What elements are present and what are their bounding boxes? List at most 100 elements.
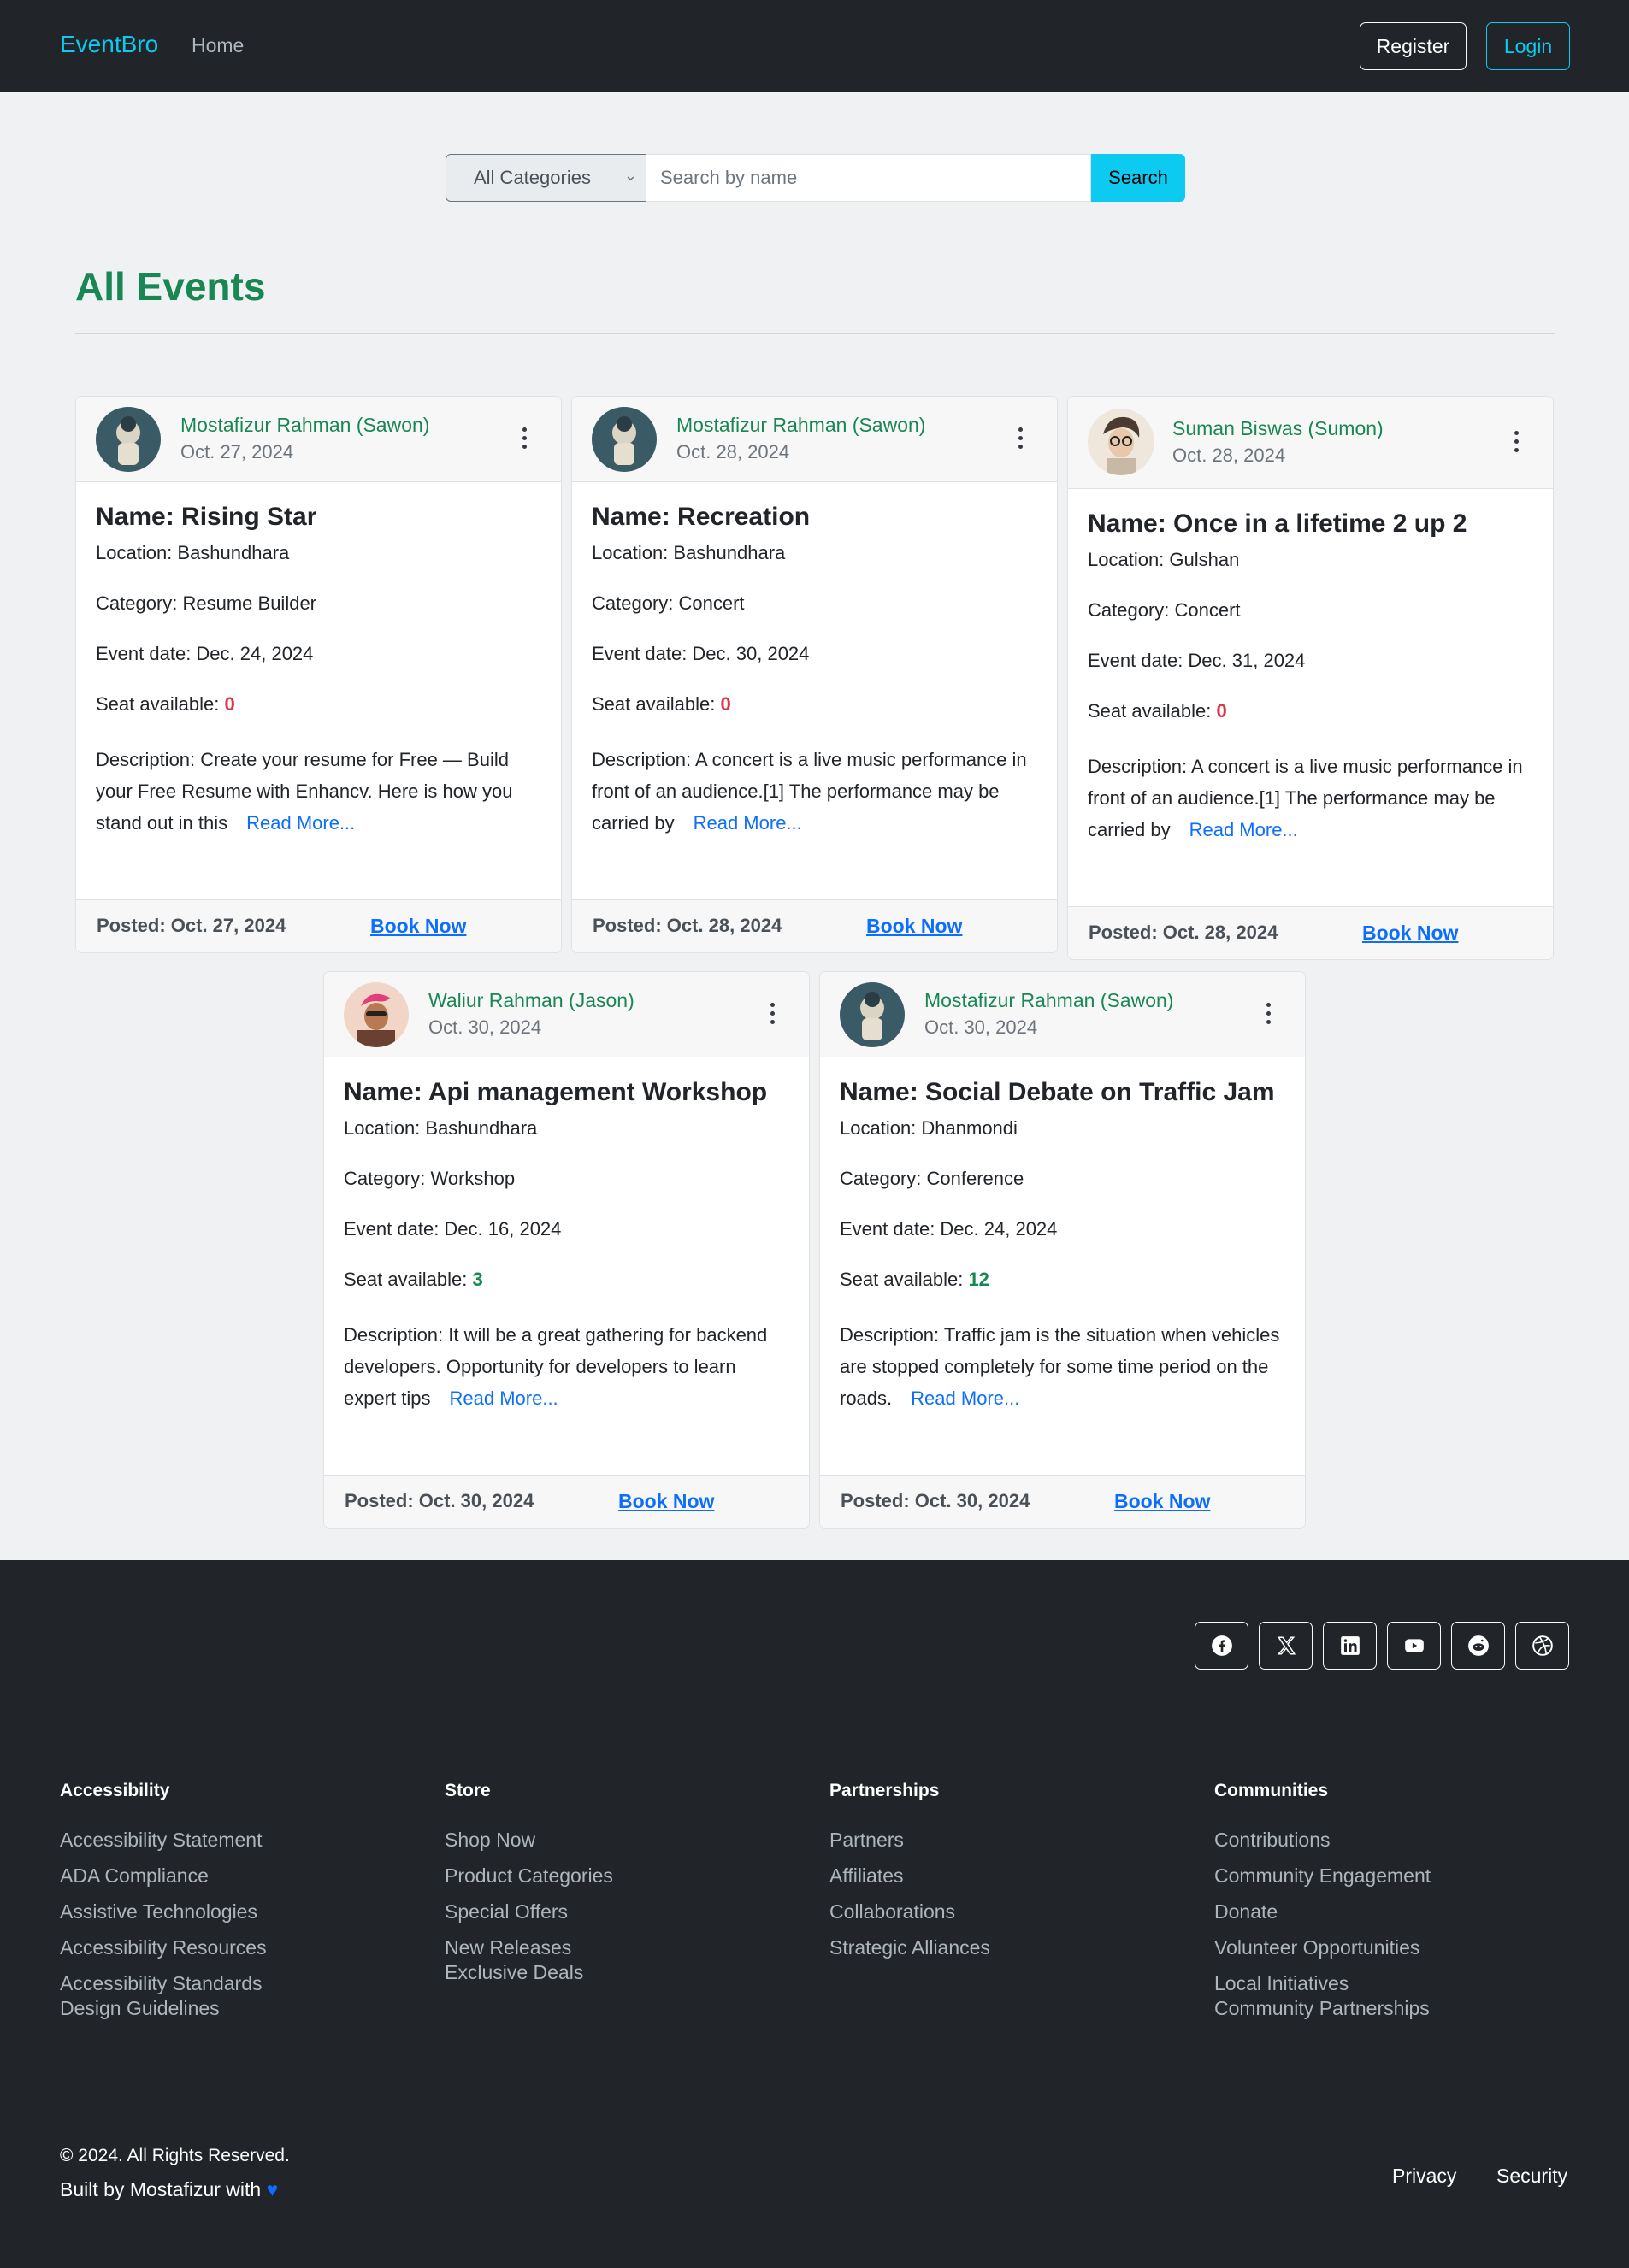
footer-link[interactable]: Accessibility Resources — [60, 1929, 419, 1965]
card-footer: Posted: Oct. 27, 2024 Book Now — [76, 899, 561, 952]
read-more-link[interactable]: Read More... — [246, 812, 355, 834]
event-location: Location: Dhanmondi — [840, 1117, 1018, 1139]
seat-count: 0 — [720, 693, 731, 715]
seat-count: 0 — [1216, 700, 1227, 722]
post-date: Oct. 30, 2024 — [924, 1016, 1038, 1038]
card-header: Mostafizur Rahman (Sawon) Oct. 28, 2024 — [572, 397, 1057, 482]
register-button[interactable]: Register — [1360, 22, 1467, 70]
login-button[interactable]: Login — [1486, 22, 1570, 70]
built-by-text: Built by Mostafizur with — [60, 2178, 267, 2200]
footer-link[interactable]: Strategic Alliances — [829, 1929, 1189, 1965]
author-name[interactable]: Mostafizur Rahman (Sawon) — [180, 414, 429, 437]
event-category: Category: Workshop — [344, 1168, 516, 1189]
brand-link[interactable]: EventBro — [60, 31, 158, 58]
posted-date: Posted: Oct. 28, 2024 — [593, 915, 782, 936]
dribbble-icon[interactable] — [1515, 1622, 1569, 1670]
copyright: © 2024. All Rights Reserved. — [60, 2146, 290, 2165]
footer-column-store: Store Shop Now Product Categories Specia… — [445, 1781, 804, 1984]
card-body: Name: Once in a lifetime 2 up 2 Location… — [1068, 489, 1553, 906]
seat-label: Seat available: — [96, 693, 225, 715]
posted-date: Posted: Oct. 27, 2024 — [97, 915, 286, 936]
event-location: Location: Gulshan — [1088, 549, 1240, 570]
footer-link[interactable]: Shop Now — [445, 1822, 804, 1858]
nav-home-link[interactable]: Home — [192, 34, 244, 57]
footer-link[interactable]: Partners — [829, 1822, 1189, 1858]
youtube-icon[interactable] — [1387, 1622, 1441, 1670]
footer-link[interactable]: Community Partnerships — [1214, 1996, 1573, 2020]
footer-link[interactable]: Donate — [1214, 1894, 1573, 1929]
more-options-icon[interactable] — [1264, 1001, 1272, 1027]
reddit-icon[interactable] — [1451, 1622, 1505, 1670]
event-date: Event date: Dec. 24, 2024 — [840, 1218, 1058, 1240]
avatar — [344, 982, 409, 1047]
event-name: Name: Once in a lifetime 2 up 2 — [1088, 510, 1467, 538]
category-select-value: All Categories — [474, 167, 591, 188]
event-card: Mostafizur Rahman (Sawon) Oct. 28, 2024 … — [571, 396, 1058, 953]
seat-available: Seat available: 0 — [96, 693, 541, 716]
seat-available: Seat available: 3 — [344, 1269, 789, 1291]
author-name[interactable]: Mostafizur Rahman (Sawon) — [676, 414, 925, 437]
card-body: Name: Social Debate on Traffic Jam Locat… — [820, 1057, 1305, 1475]
search-button[interactable]: Search — [1091, 154, 1185, 202]
event-category: Category: Concert — [592, 592, 745, 614]
book-now-link[interactable]: Book Now — [1362, 922, 1458, 945]
x-icon[interactable] — [1259, 1622, 1313, 1670]
book-now-link[interactable]: Book Now — [1114, 1490, 1210, 1513]
read-more-link[interactable]: Read More... — [694, 812, 802, 834]
footer-link[interactable]: ADA Compliance — [60, 1858, 419, 1894]
book-now-link[interactable]: Book Now — [370, 915, 466, 938]
privacy-link[interactable]: Privacy — [1392, 2165, 1456, 2188]
footer-link[interactable]: Exclusive Deals — [445, 1960, 804, 1984]
footer-link[interactable]: Collaborations — [829, 1894, 1189, 1929]
card-footer: Posted: Oct. 28, 2024 Book Now — [1068, 906, 1553, 959]
event-description: Description: Create your resume for Free… — [96, 744, 541, 839]
footer-link[interactable]: Product Categories — [445, 1858, 804, 1894]
footer-link[interactable]: Affiliates — [829, 1858, 1189, 1894]
more-options-icon[interactable] — [1016, 426, 1024, 451]
footer-link[interactable]: Volunteer Opportunities — [1214, 1929, 1573, 1965]
event-date: Event date: Dec. 24, 2024 — [96, 643, 314, 664]
event-date: Event date: Dec. 31, 2024 — [1088, 650, 1306, 671]
security-link[interactable]: Security — [1496, 2165, 1567, 2188]
read-more-link[interactable]: Read More... — [911, 1387, 1019, 1409]
event-card: Mostafizur Rahman (Sawon) Oct. 27, 2024 … — [75, 396, 562, 953]
footer-link[interactable]: Community Engagement — [1214, 1858, 1573, 1894]
more-options-icon[interactable] — [1512, 429, 1520, 455]
more-options-icon[interactable] — [520, 426, 528, 451]
event-location: Location: Bashundhara — [344, 1117, 538, 1139]
avatar — [96, 407, 161, 472]
read-more-link[interactable]: Read More... — [450, 1387, 558, 1409]
book-now-link[interactable]: Book Now — [618, 1490, 714, 1513]
footer-link[interactable]: Assistive Technologies — [60, 1894, 419, 1929]
event-card: Waliur Rahman (Jason) Oct. 30, 2024 Name… — [323, 971, 810, 1529]
card-header: Mostafizur Rahman (Sawon) Oct. 27, 2024 — [76, 397, 561, 482]
footer-column-partnerships: Partnerships Partners Affiliates Collabo… — [829, 1781, 1189, 1965]
card-header: Suman Biswas (Sumon) Oct. 28, 2024 — [1068, 397, 1553, 489]
footer-link[interactable]: Contributions — [1214, 1822, 1573, 1858]
facebook-icon[interactable] — [1195, 1622, 1248, 1670]
read-more-link[interactable]: Read More... — [1189, 819, 1298, 840]
search-input[interactable] — [646, 154, 1091, 202]
event-date: Event date: Dec. 16, 2024 — [344, 1218, 562, 1240]
seat-count: 12 — [968, 1269, 989, 1290]
footer-link[interactable]: Accessibility Statement — [60, 1822, 419, 1858]
event-name: Name: Api management Workshop — [344, 1078, 768, 1106]
footer-column-accessibility: Accessibility Accessibility Statement AD… — [60, 1781, 419, 2020]
divider — [75, 333, 1555, 334]
author-name[interactable]: Suman Biswas (Sumon) — [1172, 417, 1384, 440]
event-category: Category: Conference — [840, 1168, 1024, 1189]
seat-label: Seat available: — [592, 693, 721, 715]
author-name[interactable]: Mostafizur Rahman (Sawon) — [924, 989, 1173, 1012]
footer-heading: Store — [445, 1781, 491, 1800]
book-now-link[interactable]: Book Now — [866, 915, 962, 938]
footer-heading: Accessibility — [60, 1781, 170, 1800]
more-options-icon[interactable] — [768, 1001, 776, 1027]
footer-link[interactable]: Special Offers — [445, 1894, 804, 1929]
category-select[interactable]: All Categories ⌄ — [446, 154, 646, 202]
event-description: Description: Traffic jam is the situatio… — [840, 1319, 1285, 1414]
author-name[interactable]: Waliur Rahman (Jason) — [428, 989, 634, 1012]
event-name: Name: Social Debate on Traffic Jam — [840, 1078, 1275, 1106]
linkedin-icon[interactable] — [1323, 1622, 1377, 1670]
description-text: Description: A concert is a live music p… — [592, 749, 1027, 834]
heart-icon: ♥ — [266, 2178, 279, 2200]
